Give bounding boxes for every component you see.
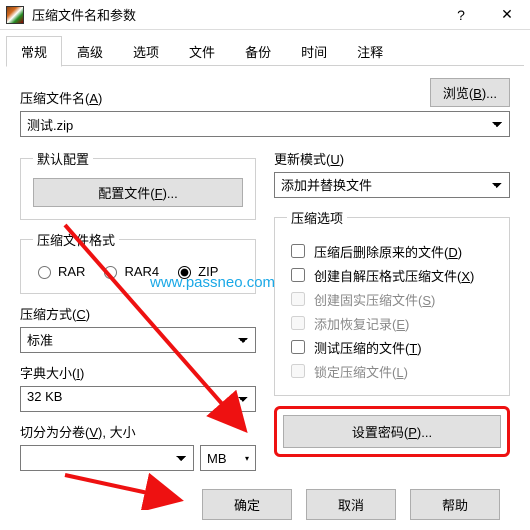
tab-backup[interactable]: 备份 bbox=[230, 36, 286, 66]
cb-create-solid: 创建固实压缩文件(S) bbox=[287, 289, 497, 309]
compression-options-legend: 压缩选项 bbox=[287, 208, 347, 227]
app-icon bbox=[6, 6, 24, 24]
archive-format-group: 压缩文件格式 RAR RAR4 ZIP bbox=[20, 230, 256, 294]
profiles-button[interactable]: 配置文件(F)... bbox=[33, 178, 243, 207]
dialog-buttons: 确定 取消 帮助 bbox=[0, 489, 530, 520]
cb-lock-archive: 锁定压缩文件(L) bbox=[287, 361, 497, 381]
highlight-set-password: 设置密码(P)... bbox=[274, 406, 510, 457]
archive-format-legend: 压缩文件格式 bbox=[33, 230, 119, 249]
browse-button[interactable]: 浏览(B)... bbox=[430, 78, 510, 107]
window-title: 压缩文件名和参数 bbox=[32, 5, 438, 24]
split-size-input[interactable] bbox=[20, 445, 194, 471]
tab-advanced[interactable]: 高级 bbox=[62, 36, 118, 66]
dictionary-size-label: 字典大小(I) bbox=[20, 363, 256, 382]
cb-delete-after[interactable]: 压缩后删除原来的文件(D) bbox=[287, 241, 497, 261]
cb-test-archive[interactable]: 测试压缩的文件(T) bbox=[287, 337, 497, 357]
compression-method-label: 压缩方式(C) bbox=[20, 304, 256, 323]
compression-method-select[interactable]: 标准 bbox=[20, 327, 256, 353]
format-zip[interactable]: ZIP bbox=[173, 263, 218, 279]
close-button[interactable]: ✕ bbox=[484, 0, 530, 30]
cancel-button[interactable]: 取消 bbox=[306, 489, 396, 520]
cb-recovery-record: 添加恢复记录(E) bbox=[287, 313, 497, 333]
split-volumes-label: 切分为分卷(V), 大小 bbox=[20, 422, 256, 441]
tab-content: 压缩文件名(A) 浏览(B)... 默认配置 配置文件(F)... 压缩文件格式… bbox=[0, 66, 530, 499]
right-column: 更新模式(U) 添加并替换文件 压缩选项 压缩后删除原来的文件(D) 创建自解压… bbox=[274, 149, 510, 471]
dictionary-size-select[interactable]: 32 KB bbox=[20, 386, 256, 412]
left-column: 默认配置 配置文件(F)... 压缩文件格式 RAR RAR4 ZIP 压缩方式… bbox=[20, 149, 256, 471]
tab-comment[interactable]: 注释 bbox=[342, 36, 398, 66]
format-rar[interactable]: RAR bbox=[33, 263, 85, 279]
update-mode-select[interactable]: 添加并替换文件 bbox=[274, 172, 510, 198]
format-rar4[interactable]: RAR4 bbox=[99, 263, 159, 279]
chevron-down-icon: ▾ bbox=[245, 454, 249, 463]
compression-options-group: 压缩选项 压缩后删除原来的文件(D) 创建自解压格式压缩文件(X) 创建固实压缩… bbox=[274, 208, 510, 396]
split-unit-select[interactable]: MB▾ bbox=[200, 445, 256, 471]
update-mode-label: 更新模式(U) bbox=[274, 149, 510, 168]
tab-files[interactable]: 文件 bbox=[174, 36, 230, 66]
tabs: 常规 高级 选项 文件 备份 时间 注释 bbox=[0, 30, 530, 66]
help-button-bottom[interactable]: 帮助 bbox=[410, 489, 500, 520]
cb-create-sfx[interactable]: 创建自解压格式压缩文件(X) bbox=[287, 265, 497, 285]
default-profile-group: 默认配置 配置文件(F)... bbox=[20, 149, 256, 220]
archive-name-input[interactable] bbox=[20, 111, 510, 137]
ok-button[interactable]: 确定 bbox=[202, 489, 292, 520]
tab-options[interactable]: 选项 bbox=[118, 36, 174, 66]
default-profile-legend: 默认配置 bbox=[33, 149, 93, 168]
tab-time[interactable]: 时间 bbox=[286, 36, 342, 66]
tab-general[interactable]: 常规 bbox=[6, 36, 62, 67]
window-titlebar: 压缩文件名和参数 ? ✕ bbox=[0, 0, 530, 30]
help-button[interactable]: ? bbox=[438, 0, 484, 30]
set-password-button[interactable]: 设置密码(P)... bbox=[283, 415, 501, 448]
archive-name-label: 压缩文件名(A) bbox=[20, 88, 102, 107]
